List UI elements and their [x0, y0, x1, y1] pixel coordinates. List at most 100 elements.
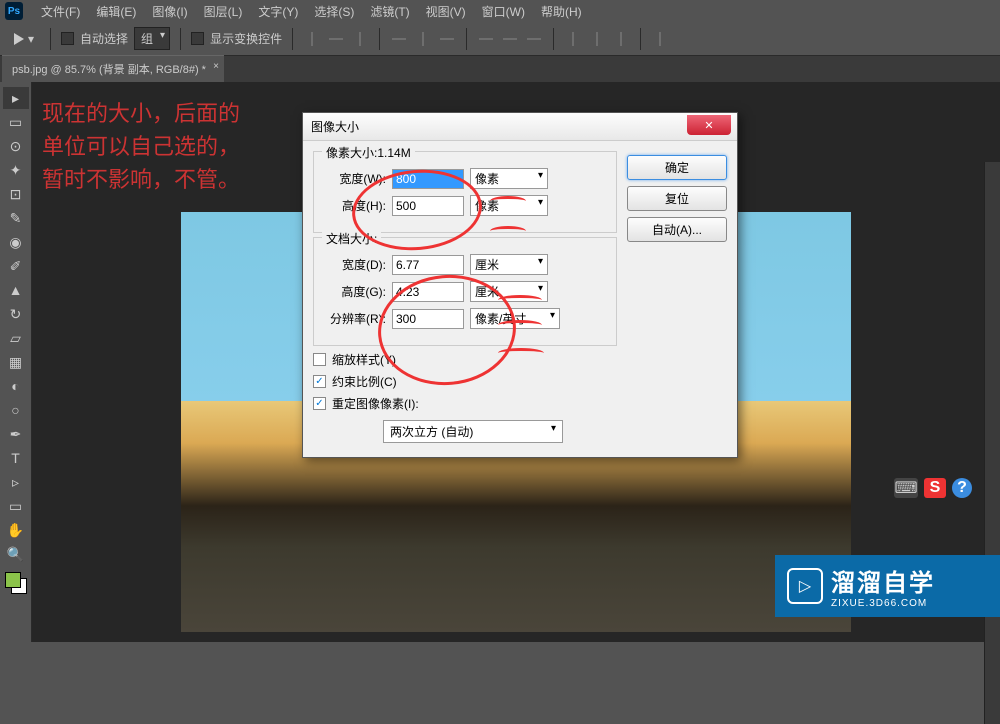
blur-tool[interactable]: ◐ — [3, 375, 29, 397]
align-center-icon[interactable] — [414, 30, 432, 48]
menu-bar: Ps 文件(F) 编辑(E) 图像(I) 图层(L) 文字(Y) 选择(S) 滤… — [0, 0, 1000, 22]
scale-styles-label: 缩放样式(Y) — [332, 351, 396, 368]
hand-tool[interactable]: ✋ — [3, 519, 29, 541]
align-bottom-icon[interactable] — [351, 30, 369, 48]
cancel-button[interactable]: 复位 — [627, 186, 727, 211]
healing-tool[interactable]: ◉ — [3, 231, 29, 253]
lasso-tool[interactable]: ⊙ — [3, 135, 29, 157]
document-tab[interactable]: psb.jpg @ 85.7% (背景 副本, RGB/8#) * × — [2, 55, 224, 82]
distribute-1-icon[interactable] — [477, 30, 495, 48]
annotation-mark-1 — [490, 196, 526, 206]
dialog-title: 图像大小 — [311, 118, 359, 135]
doc-width-input[interactable]: 6.77 — [392, 255, 464, 275]
auto-select-type[interactable]: 组 — [134, 27, 170, 50]
annotation-mark-3 — [498, 295, 542, 305]
scale-styles-checkbox[interactable] — [313, 353, 326, 366]
dodge-tool[interactable]: ○ — [3, 399, 29, 421]
shape-tool[interactable]: ▭ — [3, 495, 29, 517]
document-tab-bar: psb.jpg @ 85.7% (背景 副本, RGB/8#) * × — [0, 56, 1000, 82]
crop-tool[interactable]: ⊡ — [3, 183, 29, 205]
document-tab-title: psb.jpg @ 85.7% (背景 副本, RGB/8#) * — [12, 64, 206, 76]
menu-edit[interactable]: 编辑(E) — [88, 1, 144, 22]
pixel-width-input[interactable]: 800 — [392, 169, 464, 189]
annotation-text: 现在的大小，后面的 单位可以自己选的， 暂时不影响，不管。 — [42, 97, 240, 196]
options-menu-icon[interactable] — [651, 30, 669, 48]
distribute-6-icon[interactable] — [612, 30, 630, 48]
foreground-color[interactable] — [5, 572, 21, 588]
auto-button[interactable]: 自动(A)... — [627, 217, 727, 242]
menu-filter[interactable]: 滤镜(T) — [362, 1, 417, 22]
menu-file[interactable]: 文件(F) — [33, 1, 88, 22]
align-group-1 — [303, 30, 369, 48]
color-swatches[interactable] — [5, 572, 27, 594]
align-group-2 — [390, 30, 456, 48]
dialog-close-button[interactable]: ✕ — [687, 115, 731, 135]
resolution-label: 分辨率(R): — [324, 310, 386, 327]
align-left-icon[interactable] — [390, 30, 408, 48]
auto-select-checkbox[interactable] — [61, 32, 74, 45]
align-right-icon[interactable] — [438, 30, 456, 48]
doc-width-label: 宽度(D): — [324, 256, 386, 273]
eyedropper-tool[interactable]: ✎ — [3, 207, 29, 229]
annotation-mark-2 — [490, 226, 526, 236]
tab-close-icon[interactable]: × — [213, 61, 219, 72]
doc-height-input[interactable]: 4.23 — [392, 282, 464, 302]
options-bar: ▾ 自动选择 组 显示变换控件 — [0, 22, 1000, 56]
ime-keyboard-icon[interactable]: ⌨ — [894, 478, 918, 498]
wand-tool[interactable]: ✦ — [3, 159, 29, 181]
ok-button[interactable]: 确定 — [627, 155, 727, 180]
menu-select[interactable]: 选择(S) — [306, 1, 362, 22]
pixel-width-unit[interactable]: 像素 — [470, 168, 548, 189]
pixel-width-label: 宽度(W): — [324, 170, 386, 187]
doc-height-label: 高度(G): — [324, 283, 386, 300]
distribute-2-icon[interactable] — [501, 30, 519, 48]
ime-help-icon[interactable]: ? — [952, 478, 972, 498]
toolbox: ▸ ▭ ⊙ ✦ ⊡ ✎ ◉ ✐ ▲ ↻ ▱ ▦ ◐ ○ ✒ T ▹ ▭ ✋ 🔍 — [0, 82, 32, 642]
watermark-title: 溜溜自学 — [831, 563, 935, 598]
menu-type[interactable]: 文字(Y) — [250, 1, 306, 22]
show-transform-checkbox[interactable] — [191, 32, 204, 45]
annotation-mark-5 — [498, 348, 544, 358]
resolution-input[interactable]: 300 — [392, 309, 464, 329]
align-top-icon[interactable] — [303, 30, 321, 48]
show-transform-label: 显示变换控件 — [210, 30, 282, 47]
move-tool[interactable]: ▸ — [3, 87, 29, 109]
distribute-5-icon[interactable] — [588, 30, 606, 48]
menu-image[interactable]: 图像(I) — [144, 1, 195, 22]
pixel-dimensions-section: 像素大小:1.14M 宽度(W): 800 像素 高度(H): 500 像素 — [313, 151, 617, 233]
dialog-titlebar[interactable]: 图像大小 ✕ — [303, 113, 737, 141]
pixel-height-input[interactable]: 500 — [392, 196, 464, 216]
constrain-checkbox[interactable]: ✓ — [313, 375, 326, 388]
pixel-height-label: 高度(H): — [324, 197, 386, 214]
auto-select-label: 自动选择 — [80, 30, 128, 47]
stamp-tool[interactable]: ▲ — [3, 279, 29, 301]
brush-tool[interactable]: ✐ — [3, 255, 29, 277]
menu-help[interactable]: 帮助(H) — [533, 1, 590, 22]
doc-width-unit[interactable]: 厘米 — [470, 254, 548, 275]
resample-checkbox[interactable]: ✓ — [313, 397, 326, 410]
history-brush-tool[interactable]: ↻ — [3, 303, 29, 325]
annotation-mark-4 — [498, 320, 542, 330]
doc-section-label: 文档大小: — [322, 230, 381, 247]
zoom-tool[interactable]: 🔍 — [3, 543, 29, 565]
vertical-scrollbar[interactable] — [984, 162, 1000, 724]
current-tool-icon[interactable]: ▾ — [8, 30, 40, 48]
menu-layer[interactable]: 图层(L) — [196, 1, 251, 22]
eraser-tool[interactable]: ▱ — [3, 327, 29, 349]
path-tool[interactable]: ▹ — [3, 471, 29, 493]
gradient-tool[interactable]: ▦ — [3, 351, 29, 373]
ime-bar: ⌨ S ? — [894, 478, 972, 500]
distribute-3-icon[interactable] — [525, 30, 543, 48]
pen-tool[interactable]: ✒ — [3, 423, 29, 445]
resample-method-select[interactable]: 两次立方 (自动) — [383, 420, 563, 443]
menu-view[interactable]: 视图(V) — [418, 1, 474, 22]
ime-indicator[interactable]: S — [924, 478, 946, 498]
pixel-section-label: 像素大小:1.14M — [322, 144, 415, 161]
watermark: ▷ 溜溜自学 ZIXUE.3D66.COM — [775, 555, 1000, 617]
align-middle-icon[interactable] — [327, 30, 345, 48]
marquee-tool[interactable]: ▭ — [3, 111, 29, 133]
type-tool[interactable]: T — [3, 447, 29, 469]
move-tool-arrow-icon — [14, 33, 24, 45]
menu-window[interactable]: 窗口(W) — [474, 1, 533, 22]
distribute-4-icon[interactable] — [564, 30, 582, 48]
